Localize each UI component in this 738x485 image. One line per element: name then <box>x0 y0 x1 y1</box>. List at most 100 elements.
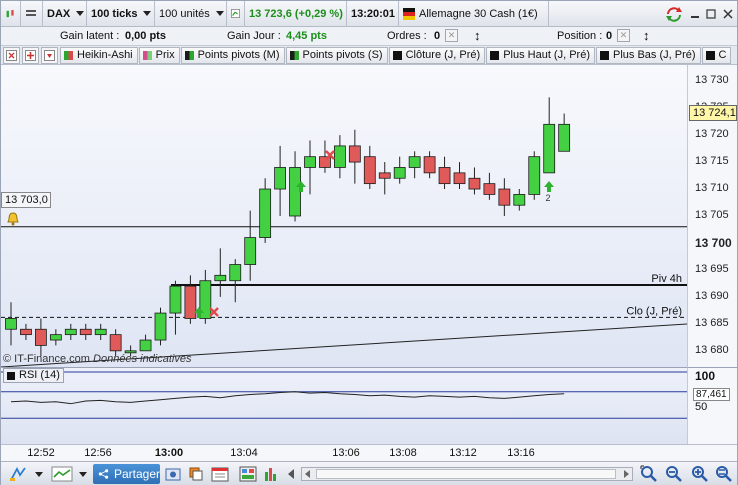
time-tick: 13:08 <box>389 447 417 459</box>
bar-chart-icon[interactable] <box>263 465 279 483</box>
period-select[interactable]: 100 ticks <box>87 1 155 26</box>
top-toolbar: DAX 100 ticks 100 unités 13 723,6 (+0,29… <box>1 1 737 27</box>
candle-body <box>20 328 32 336</box>
units-label: 100 unités <box>159 7 210 20</box>
price-tick: 13 710 <box>695 182 729 195</box>
indicator-color-icon <box>392 50 402 60</box>
candle-body <box>259 188 272 238</box>
candle-body <box>214 274 227 282</box>
price-tick: 13 705 <box>695 209 729 221</box>
candle-body <box>274 167 287 190</box>
ordres-info-icon[interactable]: ↕ <box>474 28 481 43</box>
indicator-tab-prix[interactable]: Prix <box>138 46 180 64</box>
candle-body <box>139 339 152 352</box>
time-tick: 12:56 <box>84 447 112 459</box>
candle-body <box>423 156 436 174</box>
candle-body <box>244 237 257 265</box>
candle-body <box>35 328 47 346</box>
scrollbar-thumb[interactable] <box>316 469 616 479</box>
indicator-tab-heikin-ashi[interactable]: Heikin-Ashi <box>60 46 138 64</box>
bottom-toolbar: Partager <box>1 461 737 485</box>
rsi-color-icon <box>7 371 15 380</box>
level-price-box[interactable]: 13 703,0 <box>1 192 51 208</box>
calendar-icon[interactable] <box>209 465 231 483</box>
rsi-label[interactable]: RSI (14) <box>3 368 64 383</box>
candle-body <box>363 156 376 185</box>
close-position-button[interactable]: ✕ <box>617 29 630 42</box>
units-select[interactable]: 100 unités <box>155 1 227 26</box>
refresh-icon[interactable] <box>661 4 687 24</box>
candle-body <box>94 328 107 336</box>
price-tick: 13 685 <box>695 316 729 329</box>
zoom-out-icon[interactable] <box>663 465 685 483</box>
indicator-tab-plus-haut[interactable]: Plus Haut (J, Pré) <box>486 46 595 64</box>
chevron-down-icon <box>215 11 224 16</box>
candle-body <box>408 156 421 168</box>
indicator-down-icon[interactable] <box>41 46 58 64</box>
cancel-orders-button[interactable]: ✕ <box>445 29 458 42</box>
time-axis[interactable]: 12:52 12:56 13:00 13:04 13:06 13:08 13:1… <box>1 444 737 461</box>
indicator-bar: Heikin-Ashi Prix Points pivots (M) Point… <box>1 46 737 65</box>
share-button[interactable]: Partager <box>93 464 160 484</box>
position-value: 0 <box>606 30 613 42</box>
candle-body <box>453 172 466 185</box>
indicator-tab-more[interactable]: C <box>701 46 732 64</box>
candle-body <box>184 285 197 319</box>
rsi-axis: 100 87,461 50 <box>687 367 737 444</box>
time-tick: 13:12 <box>449 447 477 459</box>
candle-body <box>513 194 526 206</box>
chart-style-dropdown[interactable] <box>77 465 89 483</box>
add-indicator-button[interactable] <box>22 46 39 64</box>
chart-menu-icon[interactable] <box>21 1 43 26</box>
price-chart-plot[interactable]: Piv 4h Clo (J, Pré) 2 <box>0 65 688 368</box>
candle-body <box>438 167 451 185</box>
indicator-tab-pivots-s[interactable]: Points pivots (S) <box>285 46 388 64</box>
market-flag-icon <box>403 7 415 20</box>
layers-icon[interactable] <box>187 465 205 483</box>
price-change-icon <box>227 1 245 26</box>
candle-body <box>289 167 301 217</box>
close-button[interactable] <box>719 4 737 24</box>
zoom-in-icon[interactable] <box>689 465 711 483</box>
gain-jour-label: Gain Jour : <box>227 30 281 42</box>
rsi-panel[interactable] <box>1 367 687 444</box>
candle-body <box>483 183 496 195</box>
time-tick: 13:04 <box>230 447 258 459</box>
time-tick: 13:00 <box>154 447 184 459</box>
indicator-tab-pivots-m[interactable]: Points pivots (M) <box>180 46 285 64</box>
zoom-reset-icon[interactable] <box>638 465 660 483</box>
candle-body <box>333 145 346 168</box>
time-tick: 13:06 <box>332 447 360 459</box>
price-chart[interactable]: Piv 4h Clo (J, Pré) 2 <box>0 65 688 368</box>
indicator-color-icon <box>600 50 609 60</box>
draw-tool-icon[interactable] <box>5 465 31 483</box>
minimize-button[interactable] <box>687 4 703 24</box>
chart-style-icon[interactable] <box>49 465 75 483</box>
alert-bell-icon[interactable] <box>6 212 20 226</box>
time-scrollbar[interactable] <box>301 467 633 481</box>
maximize-button[interactable] <box>703 4 719 24</box>
screenshot-icon[interactable] <box>164 465 182 483</box>
position-label: Position : <box>557 30 603 42</box>
instrument-select[interactable]: DAX <box>43 1 87 26</box>
candle-body <box>79 328 92 336</box>
rsi-plot <box>1 371 687 419</box>
chart-type-icon[interactable] <box>1 1 21 26</box>
scroll-back-icon[interactable] <box>284 465 298 483</box>
indicator-tab-plus-bas[interactable]: Plus Bas (J, Pré) <box>596 46 701 64</box>
indicator-tab-cloture[interactable]: Clôture (J, Pré) <box>388 46 486 64</box>
time-tick: 12:52 <box>27 447 55 459</box>
add-chart-icon[interactable] <box>3 46 20 64</box>
share-icon <box>98 469 109 479</box>
candle-body <box>169 285 182 314</box>
zoom-fit-icon[interactable] <box>713 465 735 483</box>
candle-body <box>229 264 242 282</box>
draw-tool-dropdown[interactable] <box>33 465 45 483</box>
dashboard-icon[interactable] <box>237 465 259 483</box>
chevron-down-icon <box>143 11 152 16</box>
position-info-icon[interactable]: ↕ <box>643 28 650 43</box>
chevron-down-icon <box>35 471 43 477</box>
watermark-source: © IT-Finance.com <box>3 353 90 365</box>
watermark-note: Données indicatives <box>93 353 192 365</box>
indicator-color-icon <box>705 50 715 60</box>
